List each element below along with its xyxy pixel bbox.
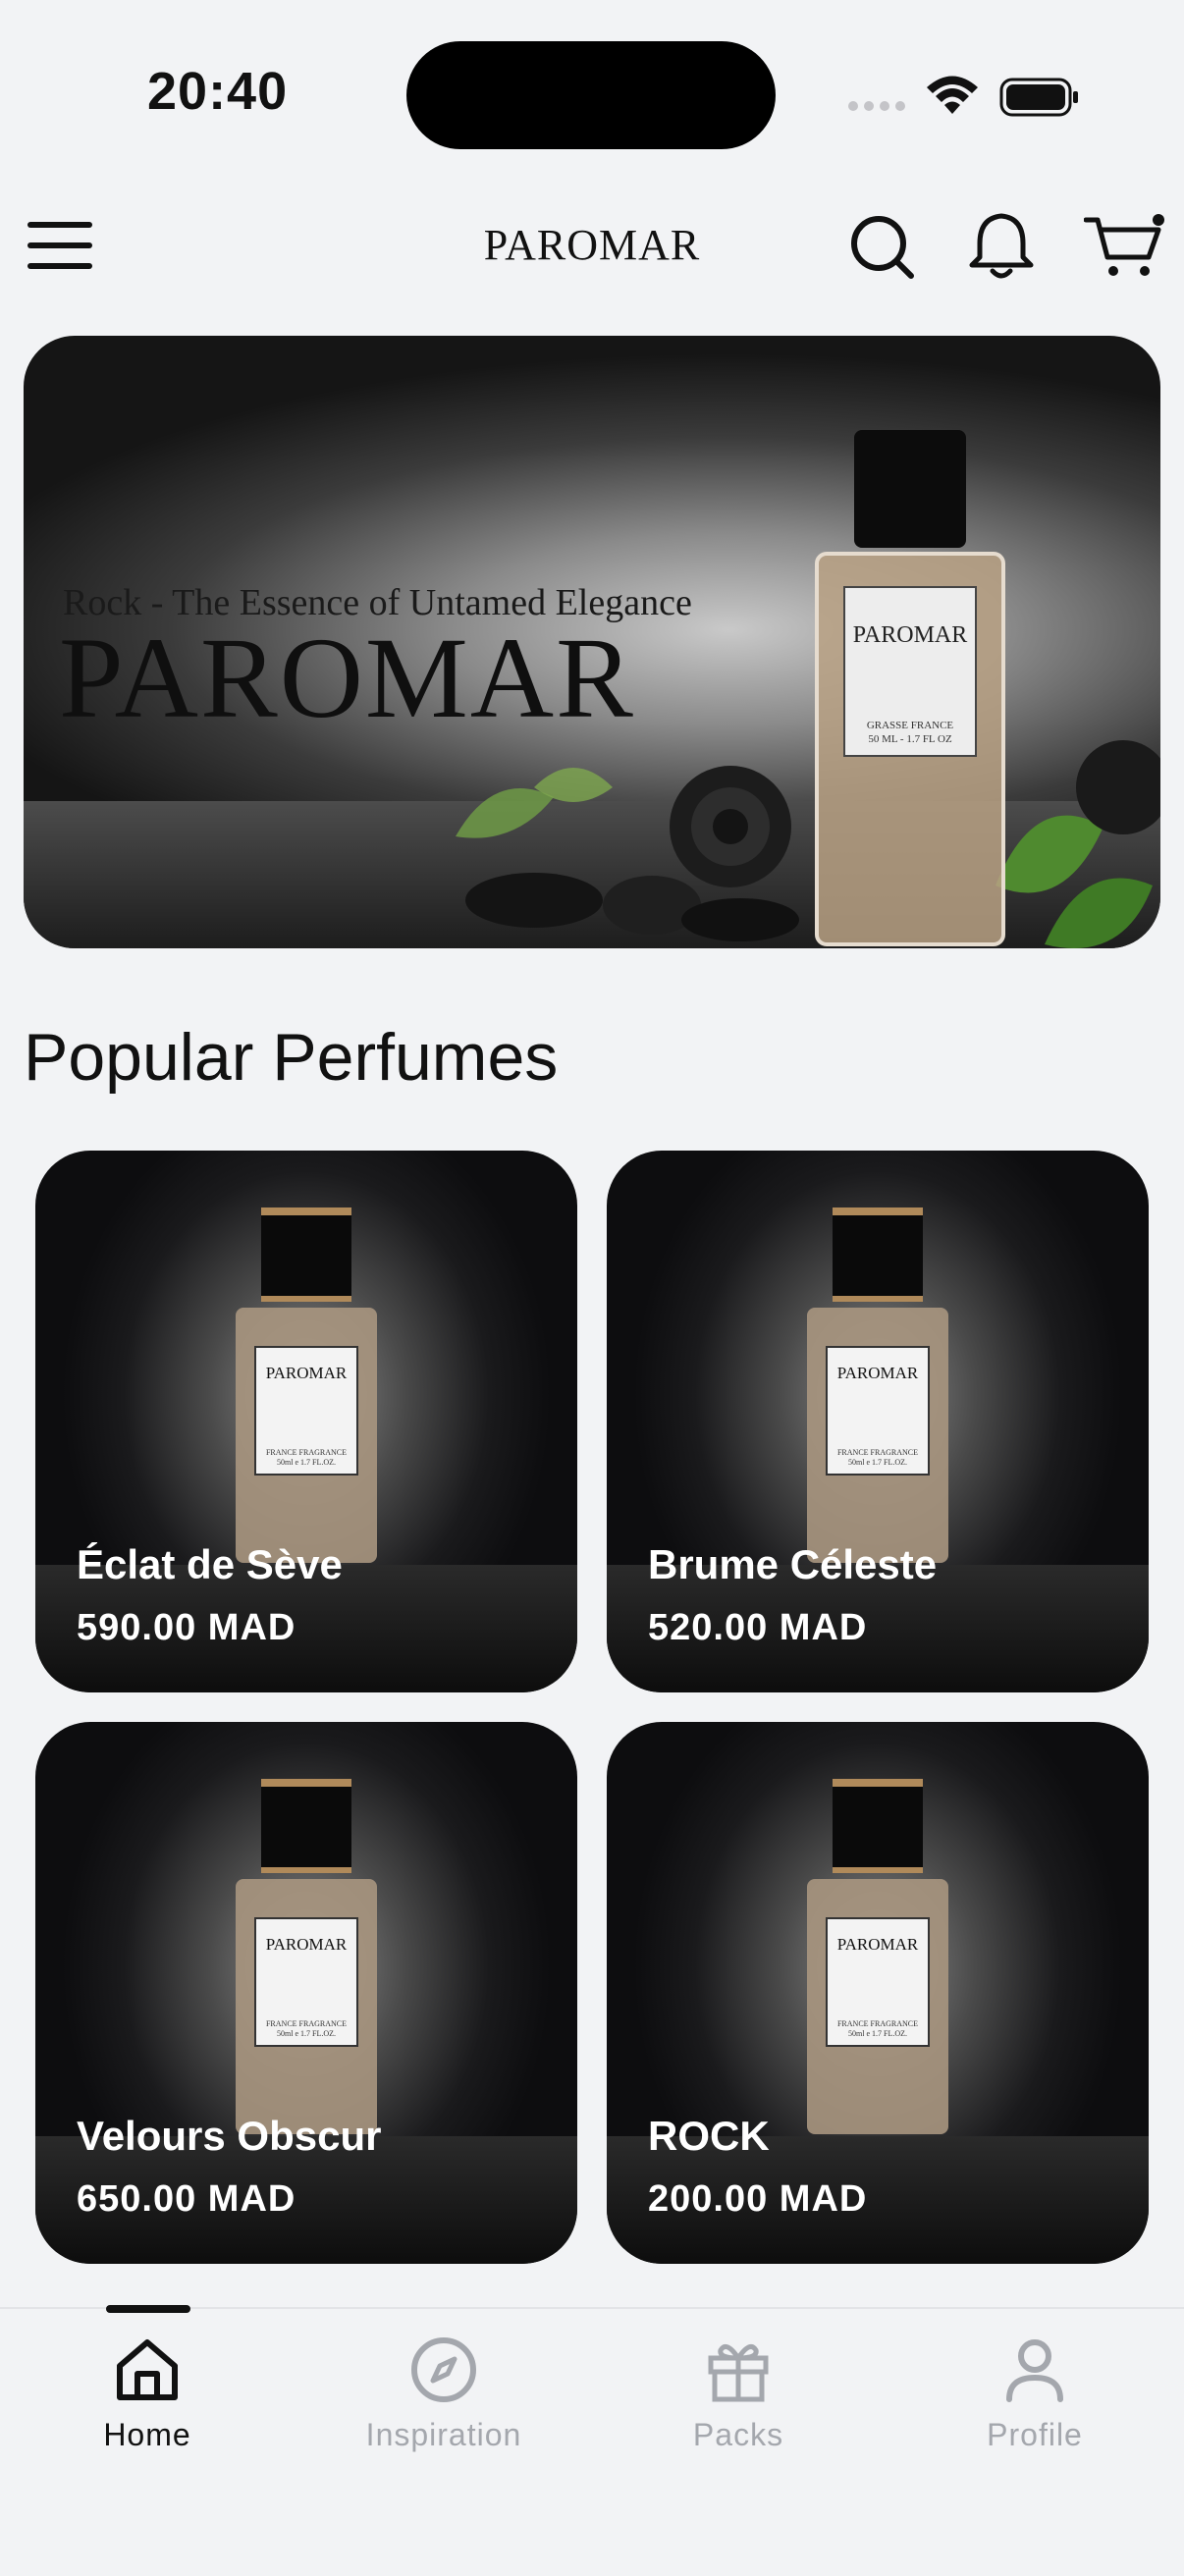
- bottle-sublabel-2: 50ml e 1.7 FL.OZ.: [277, 2029, 336, 2038]
- product-name: Éclat de Sève: [77, 1541, 343, 1587]
- bell-icon[interactable]: [966, 206, 1037, 285]
- product-price: 650.00 MAD: [77, 2178, 296, 2220]
- bottle-sublabel-1: FRANCE FRAGRANCE: [837, 2019, 918, 2028]
- product-price: 590.00 MAD: [77, 1607, 296, 1648]
- bottle-sublabel-2: 50ml e 1.7 FL.OZ.: [848, 1458, 907, 1467]
- gift-icon: [708, 2343, 769, 2402]
- home-icon: [117, 2339, 178, 2400]
- bottle-sublabel-1: FRANCE FRAGRANCE: [837, 1448, 918, 1457]
- nav-label-profile: Profile: [987, 2417, 1083, 2452]
- hero-bottle-sublabel-2: 50 ML - 1.7 FL OZ: [868, 733, 952, 745]
- dynamic-island: [406, 41, 776, 149]
- bottle-sublabel-1: FRANCE FRAGRANCE: [266, 2019, 347, 2028]
- product-price: 520.00 MAD: [648, 1607, 868, 1648]
- hero-bottle-label: PAROMAR: [853, 622, 968, 648]
- hero-banner[interactable]: PAROMAR GRASSE FRANCE 50 ML - 1.7 FL OZ …: [24, 336, 1160, 948]
- bottle-sublabel-2: 50ml e 1.7 FL.OZ.: [848, 2029, 907, 2038]
- nav-item-profile[interactable]: Profile: [917, 2334, 1153, 2453]
- nav-label-packs: Packs: [692, 2417, 784, 2452]
- product-name: Velours Obscur: [77, 2113, 382, 2159]
- product-card[interactable]: PAROMAR FRANCE FRAGRANCE 50ml e 1.7 FL.O…: [35, 1722, 577, 2264]
- cart-icon[interactable]: [1084, 206, 1166, 285]
- hero-bottle-sublabel-1: GRASSE FRANCE: [867, 720, 954, 731]
- battery-icon: [999, 78, 1078, 117]
- nav-item-home[interactable]: Home: [29, 2334, 265, 2453]
- status-time: 20:40: [147, 62, 289, 121]
- nav-item-inspiration[interactable]: Inspiration: [326, 2334, 562, 2453]
- bottle-label: PAROMAR: [837, 1364, 919, 1382]
- bottle-label: PAROMAR: [266, 1364, 348, 1382]
- bottle-sublabel-2: 50ml e 1.7 FL.OZ.: [277, 1458, 336, 1467]
- product-price: 200.00 MAD: [648, 2178, 868, 2220]
- product-name: ROCK: [648, 2113, 770, 2159]
- bottle-sublabel-1: FRANCE FRAGRANCE: [266, 1448, 347, 1457]
- section-title: Popular Perfumes: [24, 1020, 559, 1095]
- bottle-label: PAROMAR: [266, 1935, 348, 1954]
- product-name: Brume Céleste: [648, 1541, 938, 1587]
- nav-item-packs[interactable]: Packs: [620, 2334, 856, 2453]
- nav-label-inspiration: Inspiration: [365, 2417, 522, 2452]
- product-card[interactable]: PAROMAR FRANCE FRAGRANCE 50ml e 1.7 FL.O…: [35, 1151, 577, 1692]
- product-card[interactable]: PAROMAR FRANCE FRAGRANCE 50ml e 1.7 FL.O…: [607, 1151, 1149, 1692]
- nav-label-home: Home: [103, 2417, 191, 2452]
- hero-title: PAROMAR: [59, 614, 635, 742]
- bottle-label: PAROMAR: [837, 1935, 919, 1954]
- product-card[interactable]: PAROMAR FRANCE FRAGRANCE 50ml e 1.7 FL.O…: [607, 1722, 1149, 2264]
- compass-icon: [411, 2337, 476, 2402]
- wifi-icon: [927, 76, 978, 114]
- nav-active-indicator: [106, 2305, 190, 2313]
- signal-icon: [848, 101, 905, 111]
- search-icon[interactable]: [846, 206, 917, 285]
- person-icon: [1006, 2339, 1063, 2402]
